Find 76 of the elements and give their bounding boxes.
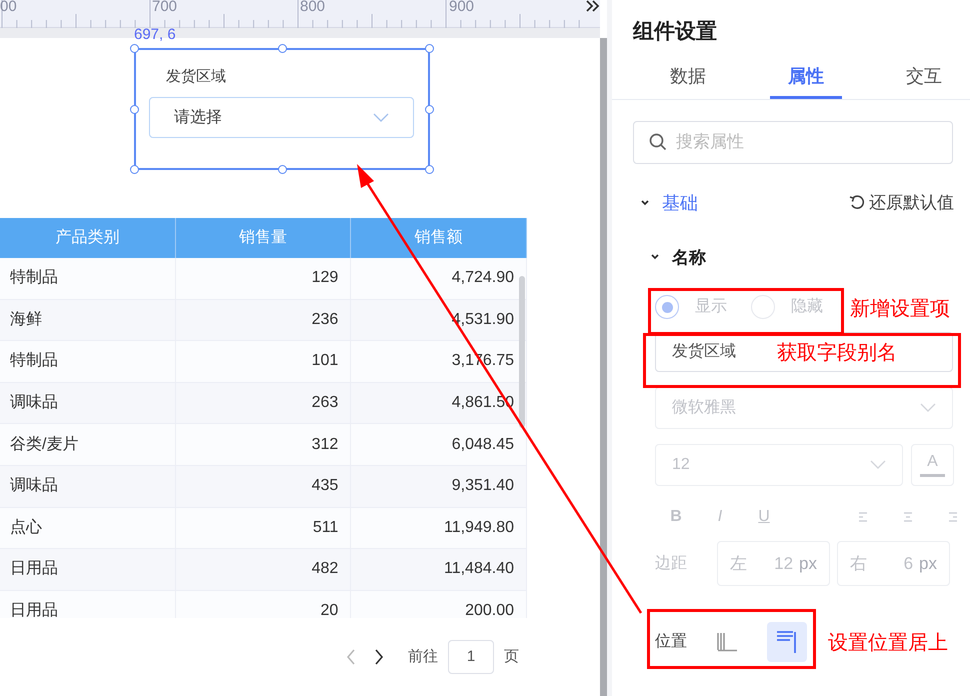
section-title[interactable]: 基础 [662,190,698,216]
chevron-left-icon[interactable] [346,649,356,665]
chevron-down-icon[interactable] [650,253,660,262]
table-cell: 263 [176,382,352,424]
position-label: 位置 [655,632,687,652]
resize-handle[interactable] [425,105,434,114]
tab[interactable]: 属性 [770,58,842,98]
table-cell: 482 [176,549,352,590]
annotation-text: 获取字段别名 [777,341,897,366]
chevron-down-icon [373,112,389,122]
resize-handle[interactable] [130,44,139,53]
ruler-label: 700 [152,0,178,17]
radio-button[interactable] [751,295,775,319]
table-cell: 11,949.80 [351,508,527,548]
table-cell: 236 [176,300,352,340]
table-cell: 日用品 [0,590,176,618]
table-cell: 调味品 [0,466,176,507]
label-left-icon [715,631,739,653]
table-cell: 20 [176,590,352,618]
ruler-label: 800 [300,0,326,17]
annotation-text: 新增设置项 [850,297,950,322]
resize-handle[interactable] [278,44,287,53]
resize-handle[interactable] [425,165,434,174]
margin-field[interactable]: 左 12 px [717,541,830,586]
resize-handle[interactable] [425,44,434,53]
table-cell: 海鲜 [0,300,176,340]
chevron-down-icon[interactable] [640,199,650,207]
chevrons-right-icon[interactable] [586,0,600,12]
ruler-label: 00 [0,0,17,17]
table-cell: 312 [176,424,352,465]
radio-label: 隐藏 [791,296,823,317]
scrollbar-thumb[interactable] [519,276,525,428]
table-cell: 调味品 [0,382,176,424]
label-top-icon [775,629,799,655]
search-field[interactable]: 搜索属性 [633,120,953,164]
resize-handle[interactable] [278,165,287,174]
table-cell: 特制品 [0,258,176,299]
page-suffix: 页 [504,646,519,667]
annotation-text: 设置位置居上 [828,631,948,656]
table-cell: 435 [176,466,352,507]
tab[interactable]: 数据 [652,58,724,98]
table-cell: 9,351.40 [351,466,527,507]
table-cell: 200.00 [351,590,527,618]
search-icon [649,132,667,150]
reset-button[interactable]: 还原默认值 [849,190,954,216]
canvas-scrollbar[interactable] [600,38,607,696]
goto-label: 前往 [408,646,438,667]
position-coordinates: 697, 6 [134,25,176,45]
ruler-label: 900 [449,0,474,17]
table-cell: 129 [176,258,352,299]
radio-button[interactable] [655,295,679,319]
resize-handle[interactable] [130,165,139,174]
table-cell: 11,484.40 [351,549,527,590]
margin-label: 边距 [655,554,688,574]
table-cell: 511 [176,508,352,548]
name-field[interactable]: 发货区域 获取字段别名 [655,332,953,372]
table-cell: 点心 [0,508,176,548]
panel-title: 组件设置 [632,19,718,45]
tab[interactable]: 交互 [888,58,960,98]
chevron-down-icon [920,403,936,413]
table-cell: 谷类/麦片 [0,424,176,465]
subsection-title: 名称 [672,246,706,268]
resize-handle[interactable] [130,105,139,114]
table-cell: 特制品 [0,341,176,382]
position-option[interactable] [767,622,807,662]
margin-field[interactable]: 右 6 px [837,541,950,586]
select-field[interactable]: 请选择 [149,97,414,138]
chevron-right-icon[interactable] [374,649,384,665]
name-value: 发货区域 [672,342,736,362]
chevron-down-icon [870,460,886,470]
undo-icon [849,195,865,211]
radio-label: 显示 [695,297,727,317]
page-input[interactable]: 1 [448,640,494,674]
table-cell: 101 [176,341,352,382]
component-label: 发货区域 [166,67,226,87]
table-cell: 日用品 [0,549,176,590]
